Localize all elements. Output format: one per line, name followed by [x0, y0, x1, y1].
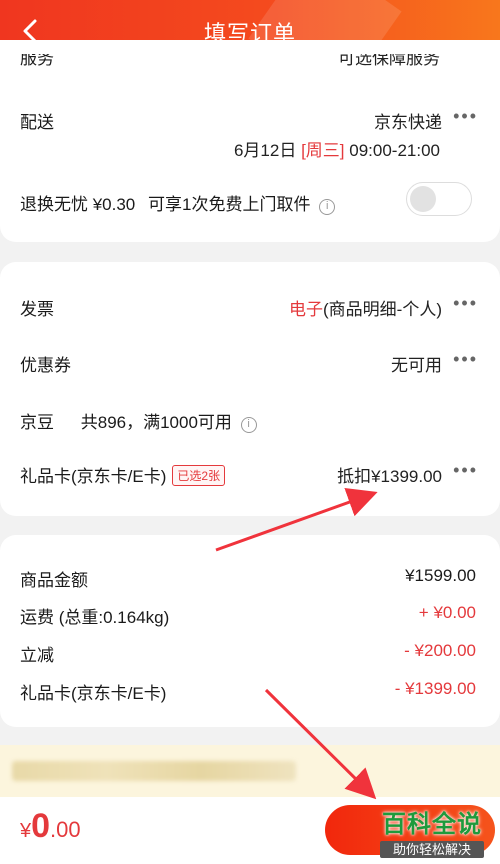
return-desc: 可享1次免费上门取件: [148, 195, 311, 214]
info-icon[interactable]: i: [319, 199, 336, 215]
more-icon[interactable]: •••: [453, 106, 478, 127]
blurred-notice-text: [12, 761, 296, 781]
return-toggle[interactable]: [406, 182, 472, 216]
delivery-time: 6月12日 [周三] 09:00-21:00: [20, 136, 478, 160]
amount-row-shipping: 运费 (总重:0.164kg) + ¥0.00: [20, 603, 476, 628]
giftcard-text: 礼品卡(京东卡/E卡) 已选2张: [20, 462, 226, 487]
info-icon[interactable]: i: [240, 417, 257, 433]
service-label: 服务: [20, 54, 54, 68]
giftcard-label: 礼品卡(京东卡/E卡): [20, 467, 167, 486]
coupon-row[interactable]: 优惠券 无可用 •••: [20, 349, 478, 375]
service-row[interactable]: 服务 可选保障服务: [20, 54, 478, 68]
invoice-detail: (商品明细-个人): [323, 300, 442, 319]
amount-label: 立减: [20, 646, 54, 665]
total-price: ¥0.00: [20, 807, 81, 846]
beans-text: 京豆 共896，满1000可用 i: [20, 408, 257, 433]
delivery-time-range: 09:00-21:00: [349, 141, 440, 160]
invoice-value: 电子(商品明细-个人): [289, 295, 442, 320]
delivery-time-text: 6月12日 [周三] 09:00-21:00: [234, 136, 440, 161]
notice-bar: [0, 745, 500, 797]
return-label: 退换无忧 ¥0.30: [20, 195, 136, 214]
delivery-row[interactable]: 配送 京东快递 •••: [20, 106, 478, 132]
beans-row: 京豆 共896，满1000可用 i: [20, 408, 478, 433]
service-value: 可选保障服务: [338, 54, 440, 68]
giftcard-value: 抵扣¥1399.00: [337, 467, 442, 486]
amount-label: 运费 (总重:0.164kg): [20, 608, 170, 627]
site-watermark: 百科全说 助你轻松解决: [374, 804, 490, 858]
amount-label: 礼品卡(京东卡/E卡): [20, 684, 167, 703]
payment-options-card: 发票 电子(商品明细-个人) ••• 优惠券 无可用 ••• 京豆 共896，满…: [0, 262, 500, 516]
return-text: 退换无忧 ¥0.30 可享1次免费上门取件 i: [20, 190, 336, 215]
more-icon[interactable]: •••: [453, 349, 478, 370]
amount-row-goods: 商品金额 ¥1599.00: [20, 566, 476, 591]
invoice-label: 发票: [20, 300, 54, 319]
more-icon[interactable]: •••: [453, 460, 478, 481]
delivery-weekday: [周三]: [301, 141, 345, 160]
price-integer: 0: [31, 807, 51, 845]
delivery-label: 配送: [20, 113, 54, 132]
amount-value: - ¥200.00: [404, 641, 476, 660]
price-currency: ¥: [20, 820, 32, 842]
watermark-title: 百科全说: [382, 811, 482, 838]
amount-summary-card: 商品金额 ¥1599.00 运费 (总重:0.164kg) + ¥0.00 立减…: [0, 535, 500, 727]
coupon-value: 无可用: [391, 356, 442, 375]
giftcard-row[interactable]: 礼品卡(京东卡/E卡) 已选2张 抵扣¥1399.00 •••: [20, 460, 478, 487]
toggle-knob: [410, 186, 436, 212]
amount-label: 商品金额: [20, 571, 88, 590]
amount-row-discount: 立减 - ¥200.00: [20, 641, 476, 666]
amount-value: - ¥1399.00: [394, 679, 476, 698]
beans-label: 京豆: [20, 413, 54, 432]
delivery-date: 6月12日: [233, 141, 297, 160]
amount-row-giftcard: 礼品卡(京东卡/E卡) - ¥1399.00: [20, 679, 476, 704]
giftcard-selected-badge: 已选2张: [172, 465, 226, 486]
more-icon[interactable]: •••: [453, 293, 478, 314]
invoice-type: 电子: [289, 300, 324, 319]
amount-value: + ¥0.00: [418, 603, 476, 622]
invoice-row[interactable]: 发票 电子(商品明细-个人) •••: [20, 293, 478, 320]
watermark-subtitle: 助你轻松解决: [380, 841, 484, 858]
price-decimal: .00: [50, 817, 81, 842]
beans-value: 共896，满1000可用: [80, 413, 232, 432]
delivery-carrier: 京东快递: [374, 113, 442, 132]
coupon-label: 优惠券: [20, 356, 71, 375]
amount-value: ¥1599.00: [405, 566, 476, 585]
